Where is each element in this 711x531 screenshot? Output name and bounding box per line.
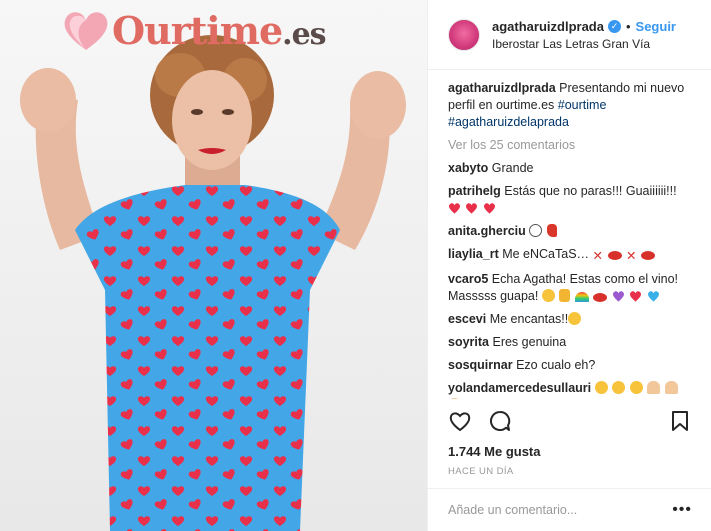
kiss-lips-icon: [640, 251, 655, 260]
comments-list[interactable]: agatharuizdlprada Presentando mi nuevo p…: [428, 70, 711, 399]
comment-item: patrihelg Estás que no paras!!! Guaiiiii…: [448, 183, 691, 217]
praying-hands-icon: [664, 381, 678, 394]
caption-username[interactable]: agatharuizdlprada: [448, 81, 556, 95]
hashtag-link[interactable]: #ourtime: [558, 98, 607, 112]
comment-item: soyrita Eres genuina: [448, 334, 691, 351]
heart-eyes-emoji-icon: [568, 312, 582, 325]
purple-heart-icon: [612, 291, 624, 302]
comment-username[interactable]: vcaro5: [448, 272, 488, 286]
post-timestamp[interactable]: HACE UN DÍA: [448, 466, 514, 477]
cross-mark-icon: ✕: [626, 249, 637, 263]
post-caption: agatharuizdlprada Presentando mi nuevo p…: [448, 80, 691, 131]
praying-hands-icon: [448, 398, 461, 399]
comment-item: liaylia_rt Me eNCaTaS… ✕ ✕: [448, 246, 691, 265]
rainbow-icon: [574, 292, 589, 302]
ourtime-logo: Ourtime.es: [62, 6, 352, 54]
post-panel: agatharuizdlprada ✓ • Seguir Iberostar L…: [427, 0, 711, 531]
comment-input[interactable]: [448, 503, 673, 517]
comment-text: Me eNCaTaS…: [502, 247, 590, 261]
add-comment-bar: •••: [428, 488, 711, 531]
comment-username[interactable]: soyrita: [448, 335, 489, 349]
comment-username[interactable]: escevi: [448, 312, 486, 326]
comment-username[interactable]: xabyto: [448, 161, 488, 175]
logo-text: Ourtime.es: [112, 7, 327, 53]
comment-text: Estás que no paras!!! Guaiiiiii!!!: [504, 184, 677, 198]
smile-emoji-icon: [529, 224, 543, 237]
heart-eyes-emoji-icon: [629, 381, 643, 394]
header-username[interactable]: agatharuizdlprada: [492, 19, 604, 34]
heart-eyes-emoji-icon: [612, 381, 626, 394]
heart-logo-icon: [62, 8, 110, 52]
more-options-icon[interactable]: •••: [672, 501, 692, 519]
comment-text: Eres genuina: [492, 335, 567, 349]
comment-item: vcaro5 Echa Agatha! Estas como el vino! …: [448, 271, 691, 305]
comment-bubble-icon[interactable]: [488, 409, 512, 433]
red-heart-icon: [630, 291, 642, 302]
avatar[interactable]: [448, 18, 480, 51]
view-all-comments-link[interactable]: Ver los 25 comentarios: [448, 137, 691, 154]
blue-heart-icon: [647, 291, 659, 302]
comment-item: xabyto Grande: [448, 160, 691, 177]
comment-text: Ezo cualo eh?: [516, 358, 596, 372]
bookmark-icon[interactable]: [668, 409, 692, 433]
comment-username[interactable]: sosquirnar: [448, 358, 513, 372]
hashtag-link[interactable]: #agatharuizdelaprada: [448, 115, 569, 129]
comment-item: escevi Me encantas!!: [448, 311, 691, 328]
location-link[interactable]: Iberostar Las Letras Gran Vía: [492, 37, 676, 51]
thumbs-up-icon: [559, 289, 571, 302]
comment-item: yolandamercedesullauri: [448, 380, 691, 399]
comment-item: sosquirnar Ezo cualo eh?: [448, 357, 691, 374]
red-heart-icon: [483, 203, 495, 214]
likes-count[interactable]: 1.744 Me gusta: [448, 444, 541, 459]
heart-eyes-emoji-icon: [594, 381, 608, 394]
post-photo[interactable]: Ourtime.es: [0, 0, 427, 531]
wink-emoji-icon: [541, 289, 555, 302]
comment-username[interactable]: patrihelg: [448, 184, 501, 198]
comment-text: Me encantas!!: [489, 312, 569, 326]
comment-item: anita.gherciu: [448, 223, 691, 240]
comment-text: Grande: [491, 161, 534, 175]
verified-badge-icon: ✓: [607, 19, 621, 33]
cross-mark-icon: ✕: [592, 249, 604, 263]
kiss-lips-icon: [593, 293, 608, 302]
dot-separator: •: [625, 18, 631, 34]
dancer-emoji-icon: [546, 224, 557, 237]
comment-username[interactable]: liaylia_rt: [448, 247, 499, 261]
comment-username[interactable]: anita.gherciu: [448, 224, 526, 238]
kiss-lips-icon: [607, 251, 622, 260]
red-heart-icon: [466, 203, 478, 214]
follow-button[interactable]: Seguir: [636, 19, 676, 34]
red-heart-icon: [448, 203, 461, 214]
post-header: agatharuizdlprada ✓ • Seguir Iberostar L…: [428, 0, 711, 70]
post-actions: [448, 409, 692, 433]
praying-hands-icon: [647, 381, 661, 394]
like-heart-icon[interactable]: [448, 409, 472, 433]
comment-username[interactable]: yolandamercedesullauri: [448, 381, 591, 395]
